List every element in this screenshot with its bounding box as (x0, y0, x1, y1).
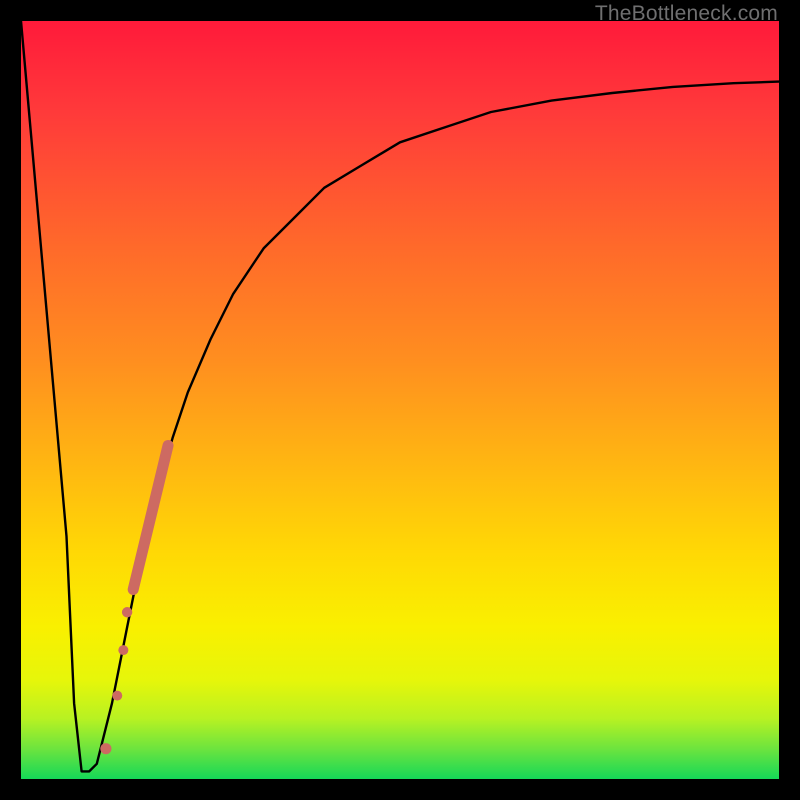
data-point (112, 691, 122, 701)
thick-highlight-segment (133, 445, 168, 589)
curve-layer (21, 21, 779, 779)
chart-container: TheBottleneck.com (0, 0, 800, 800)
bottleneck-curve (21, 21, 779, 771)
data-point (122, 607, 132, 617)
data-point (118, 645, 128, 655)
data-point (100, 743, 111, 754)
plot-area (21, 21, 779, 779)
watermark-text: TheBottleneck.com (595, 2, 778, 26)
